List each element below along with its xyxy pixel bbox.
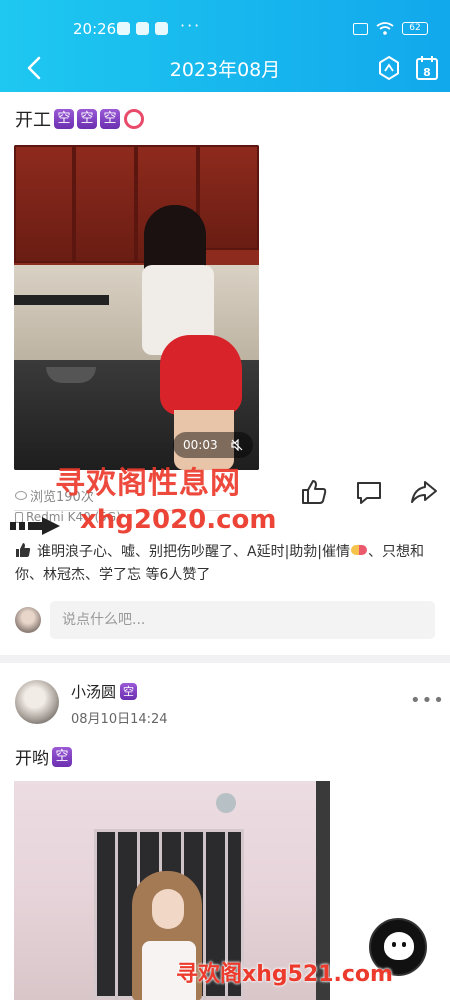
person-skirt xyxy=(160,335,242,415)
pill-emoji-icon xyxy=(351,545,368,555)
watermark-bottom: 寻欢阁xhg521.com xyxy=(176,962,393,987)
app-header: 20:26 ··· 62 2023年08月 8 xyxy=(0,0,450,92)
lollipop-emoji-icon xyxy=(124,109,144,129)
avatar[interactable] xyxy=(15,607,41,633)
home-app-icon xyxy=(155,22,168,35)
post1-title-text: 开工 xyxy=(15,110,51,131)
kong-emoji-icon: 空 xyxy=(54,109,74,129)
likes-list: 谁明浪子心、嘘、别把伤吵醒了、A延时|助勃|催情 、只想和你、林冠杰、学了忘 等6… xyxy=(15,541,440,587)
post1-title: 开工 空 空 空 xyxy=(15,106,144,132)
arrow-icon xyxy=(10,517,60,535)
post2-date: 08月10日14:24 xyxy=(71,712,168,727)
post2-title: 开哟 空 xyxy=(15,744,72,769)
post-separator xyxy=(0,655,450,663)
watermark-top: 寻欢阁性息网 xyxy=(55,466,241,501)
calendar-day: 8 xyxy=(423,66,431,79)
tiktok-icon xyxy=(136,22,149,35)
more-options-button[interactable]: ••• xyxy=(410,690,445,711)
ghost-eye xyxy=(402,942,406,947)
kong-emoji-icon: 空 xyxy=(77,109,97,129)
thumbs-up-icon[interactable] xyxy=(300,478,328,506)
lamp xyxy=(216,793,236,813)
shield-icon xyxy=(117,22,130,35)
status-bar: 20:26 ··· 62 xyxy=(0,16,450,42)
comment-input[interactable]: 说点什么吧... xyxy=(50,601,435,639)
cabinet xyxy=(198,145,259,250)
eye-icon xyxy=(15,491,27,500)
comment-row: 说点什么吧... xyxy=(15,601,440,639)
share-icon[interactable] xyxy=(410,478,438,506)
status-more-dots: ··· xyxy=(180,16,202,35)
post1-video[interactable]: 00:03 xyxy=(14,145,259,470)
comment-icon[interactable] xyxy=(355,478,383,506)
video-duration[interactable]: 00:03 xyxy=(173,432,253,458)
window-bar xyxy=(115,832,118,1000)
battery-indicator: 62 xyxy=(402,22,428,35)
kong-emoji-icon: 空 xyxy=(52,746,72,767)
post2-title-text: 开哟 xyxy=(15,749,49,769)
post2-author[interactable]: 小汤圆 空 xyxy=(71,681,138,702)
sim-icon xyxy=(353,22,368,35)
cabinet xyxy=(74,145,136,263)
post2-author-name: 小汤圆 xyxy=(71,683,117,701)
person-face xyxy=(152,889,184,929)
post1-actions xyxy=(300,478,440,508)
kong-emoji-icon: 空 xyxy=(100,109,120,129)
cabinet xyxy=(14,145,74,263)
range-hood xyxy=(14,295,109,305)
calendar-icon[interactable]: 8 xyxy=(414,54,440,82)
watermark-mid: xhg2020.com xyxy=(80,505,277,535)
wifi-icon xyxy=(376,22,394,35)
video-time-text: 00:03 xyxy=(183,438,218,452)
hexagon-icon[interactable] xyxy=(376,54,402,82)
ghost-eye xyxy=(392,942,396,947)
status-right: 62 xyxy=(353,22,428,35)
kong-emoji-icon: 空 xyxy=(120,683,138,700)
likes-text-1: 谁明浪子心、嘘、别把伤吵醒了、A延时|助勃|催情 xyxy=(37,544,351,560)
mute-icon[interactable] xyxy=(231,439,243,451)
status-app-icons xyxy=(117,22,168,35)
thumbs-up-filled-icon xyxy=(16,543,31,557)
status-time: 20:26 xyxy=(73,20,117,38)
avatar[interactable] xyxy=(15,680,59,724)
nav-bar: 2023年08月 8 xyxy=(0,50,450,86)
